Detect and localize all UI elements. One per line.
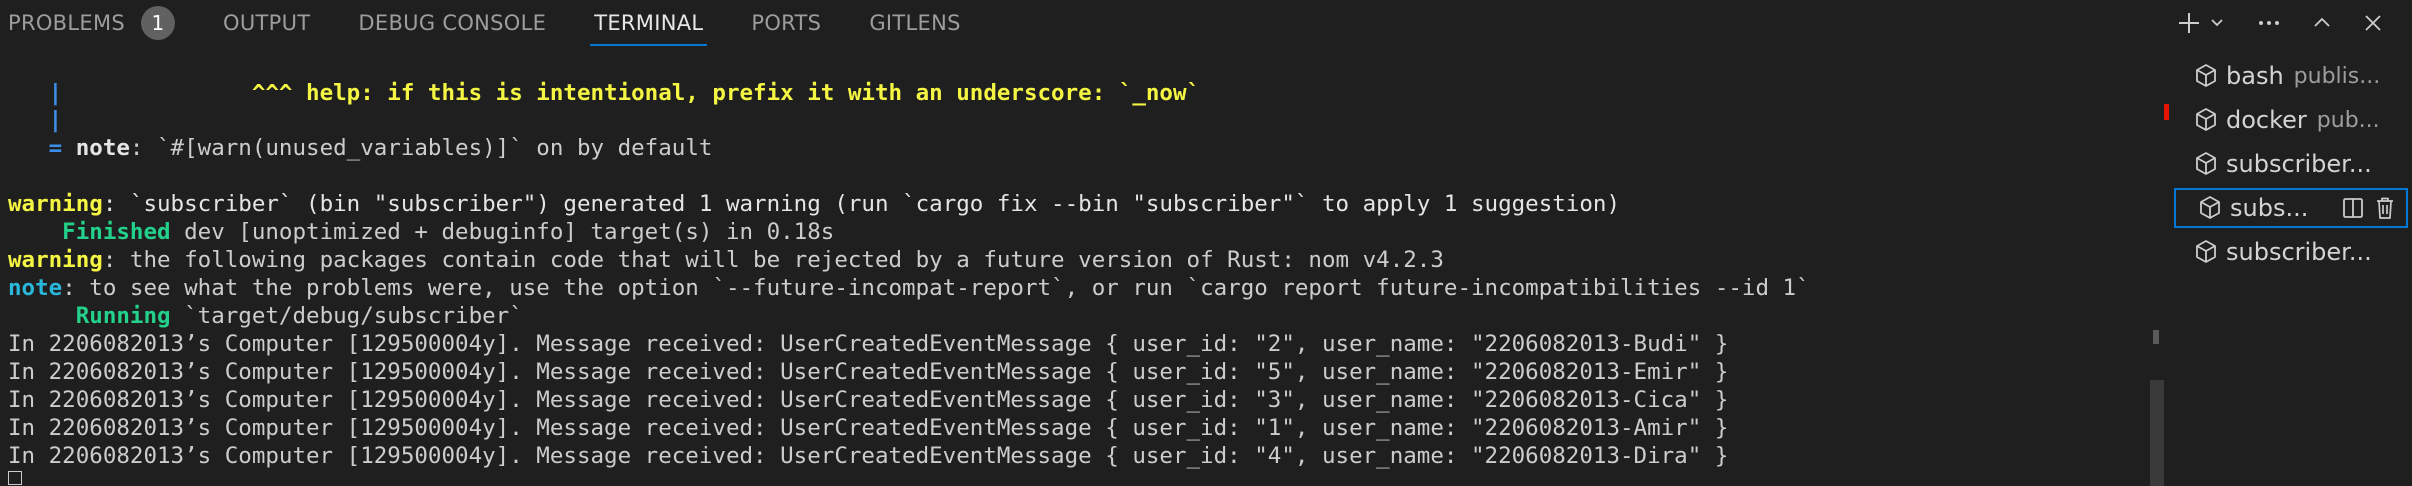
terminal-tab-name: subscriber... bbox=[2226, 238, 2372, 266]
gutter-pipe: | bbox=[8, 80, 63, 106]
running-label: Running bbox=[8, 303, 171, 329]
gutter-pipe: | bbox=[8, 107, 63, 133]
tab-label: PROBLEMS bbox=[8, 11, 126, 35]
ellipsis-icon bbox=[2259, 21, 2279, 25]
message-line: In 2206082013’s Computer [129500004y]. M… bbox=[8, 331, 1729, 357]
tab-label: OUTPUT bbox=[223, 11, 311, 35]
note-label: note bbox=[8, 275, 63, 301]
error-marker bbox=[2164, 104, 2169, 120]
close-panel-button[interactable] bbox=[2362, 12, 2384, 34]
terminal-cube-icon bbox=[2196, 240, 2216, 263]
gutter-equals: = bbox=[8, 135, 76, 161]
terminal-tab-subscriber-1[interactable]: subscriber... bbox=[2172, 144, 2408, 184]
plus-icon bbox=[2179, 13, 2199, 33]
chevron-up-icon bbox=[2314, 17, 2330, 27]
new-terminal-button[interactable] bbox=[2176, 10, 2202, 36]
terminal-line: warning: `subscriber` (bin "subscriber")… bbox=[8, 190, 1620, 218]
note-label: note bbox=[75, 135, 130, 161]
finished-text: dev [unoptimized + debuginfo] target(s) … bbox=[170, 219, 835, 245]
warning-text: : `subscriber` (bin "subscriber") genera… bbox=[102, 191, 1620, 217]
terminal-tab-docker[interactable]: docker pub... bbox=[2172, 100, 2408, 140]
more-actions-button[interactable] bbox=[2256, 10, 2282, 36]
problems-count-badge: 1 bbox=[141, 6, 176, 40]
terminal-line: warning: the following packages contain … bbox=[8, 246, 1444, 274]
terminal-tab-name: subs... bbox=[2230, 194, 2309, 222]
terminal-tab-subscriber-3[interactable]: subscriber... bbox=[2172, 232, 2408, 272]
tab-label: TERMINAL bbox=[594, 11, 704, 35]
scroll-indicator bbox=[2153, 330, 2159, 344]
trash-icon bbox=[2377, 197, 2393, 219]
message-line: In 2206082013’s Computer [129500004y]. M… bbox=[8, 387, 1729, 413]
terminal-tab-name: subscriber... bbox=[2226, 150, 2372, 178]
terminal-tab-description: pub... bbox=[2316, 107, 2380, 133]
finished-label: Finished bbox=[8, 219, 171, 245]
message-line: In 2206082013’s Computer [129500004y]. M… bbox=[8, 443, 1729, 469]
message-line: In 2206082013’s Computer [129500004y]. M… bbox=[8, 415, 1729, 441]
split-terminal-button[interactable] bbox=[2342, 197, 2364, 219]
terminal-tab-subscriber-active[interactable]: subs... bbox=[2174, 188, 2408, 228]
terminal-tab-tools bbox=[2332, 196, 2396, 220]
panel-actions bbox=[2176, 0, 2384, 46]
help-text: ^^^ help: if this is intentional, prefix… bbox=[62, 80, 1201, 106]
launch-profile-button[interactable] bbox=[2208, 14, 2226, 32]
terminal-cube-icon bbox=[2200, 196, 2220, 219]
tab-output[interactable]: OUTPUT bbox=[223, 0, 310, 46]
tab-terminal[interactable]: TERMINAL bbox=[590, 0, 708, 46]
panel-header: PROBLEMS 1 OUTPUT DEBUG CONSOLE TERMINAL… bbox=[0, 0, 2412, 46]
terminal-line: | bbox=[8, 106, 63, 134]
chevron-down-icon bbox=[2211, 19, 2223, 27]
tab-ports[interactable]: PORTS bbox=[751, 0, 821, 46]
terminal-tab-bash[interactable]: bash publis... bbox=[2172, 56, 2408, 96]
panel-tabs: PROBLEMS 1 OUTPUT DEBUG CONSOLE TERMINAL… bbox=[0, 0, 1009, 46]
terminal-tab-description: publis... bbox=[2293, 63, 2381, 89]
terminal-cube-icon bbox=[2196, 64, 2216, 87]
warning-label: warning bbox=[8, 247, 103, 273]
terminal-output[interactable]: | ^^^ help: if this is intentional, pref… bbox=[8, 79, 2138, 486]
tab-label: DEBUG CONSOLE bbox=[358, 11, 547, 35]
terminal-line: Finished dev [unoptimized + debuginfo] t… bbox=[8, 218, 834, 246]
terminal-tab-name: docker bbox=[2226, 106, 2307, 134]
terminal-line: | ^^^ help: if this is intentional, pref… bbox=[8, 79, 1200, 107]
warning-text: : the following packages contain code th… bbox=[102, 247, 1444, 273]
maximize-panel-button[interactable] bbox=[2310, 11, 2334, 35]
terminal-line: note: to see what the problems were, use… bbox=[8, 274, 1810, 302]
terminal-line: = note: `#[warn(unused_variables)]` on b… bbox=[8, 134, 713, 162]
terminal-cursor bbox=[8, 471, 22, 485]
tab-label: PORTS bbox=[751, 11, 822, 35]
message-line: In 2206082013’s Computer [129500004y]. M… bbox=[8, 359, 1729, 385]
terminal-cube-icon bbox=[2196, 108, 2216, 131]
note-text: : `#[warn(unused_variables)]` on by defa… bbox=[129, 135, 713, 161]
tab-label: GITLENS bbox=[869, 11, 961, 35]
running-text: `target/debug/subscriber` bbox=[170, 303, 523, 329]
terminal-cube-icon bbox=[2196, 152, 2216, 175]
terminal-tabs-list: bash publis... docker pub... subscriber.… bbox=[2172, 56, 2412, 486]
kill-terminal-button[interactable] bbox=[2374, 196, 2396, 220]
close-icon bbox=[2365, 15, 2381, 31]
terminal-tab-name: bash bbox=[2226, 62, 2284, 90]
note-text: : to see what the problems were, use the… bbox=[62, 275, 1810, 301]
warning-label: warning bbox=[8, 191, 103, 217]
tab-problems[interactable]: PROBLEMS 1 bbox=[8, 0, 176, 46]
split-icon bbox=[2343, 198, 2363, 218]
tab-gitlens[interactable]: GITLENS bbox=[869, 0, 960, 46]
terminal-line: Running `target/debug/subscriber` bbox=[8, 302, 523, 330]
terminal-scrollbar[interactable] bbox=[2150, 380, 2164, 486]
tab-debug-console[interactable]: DEBUG CONSOLE bbox=[358, 0, 546, 46]
